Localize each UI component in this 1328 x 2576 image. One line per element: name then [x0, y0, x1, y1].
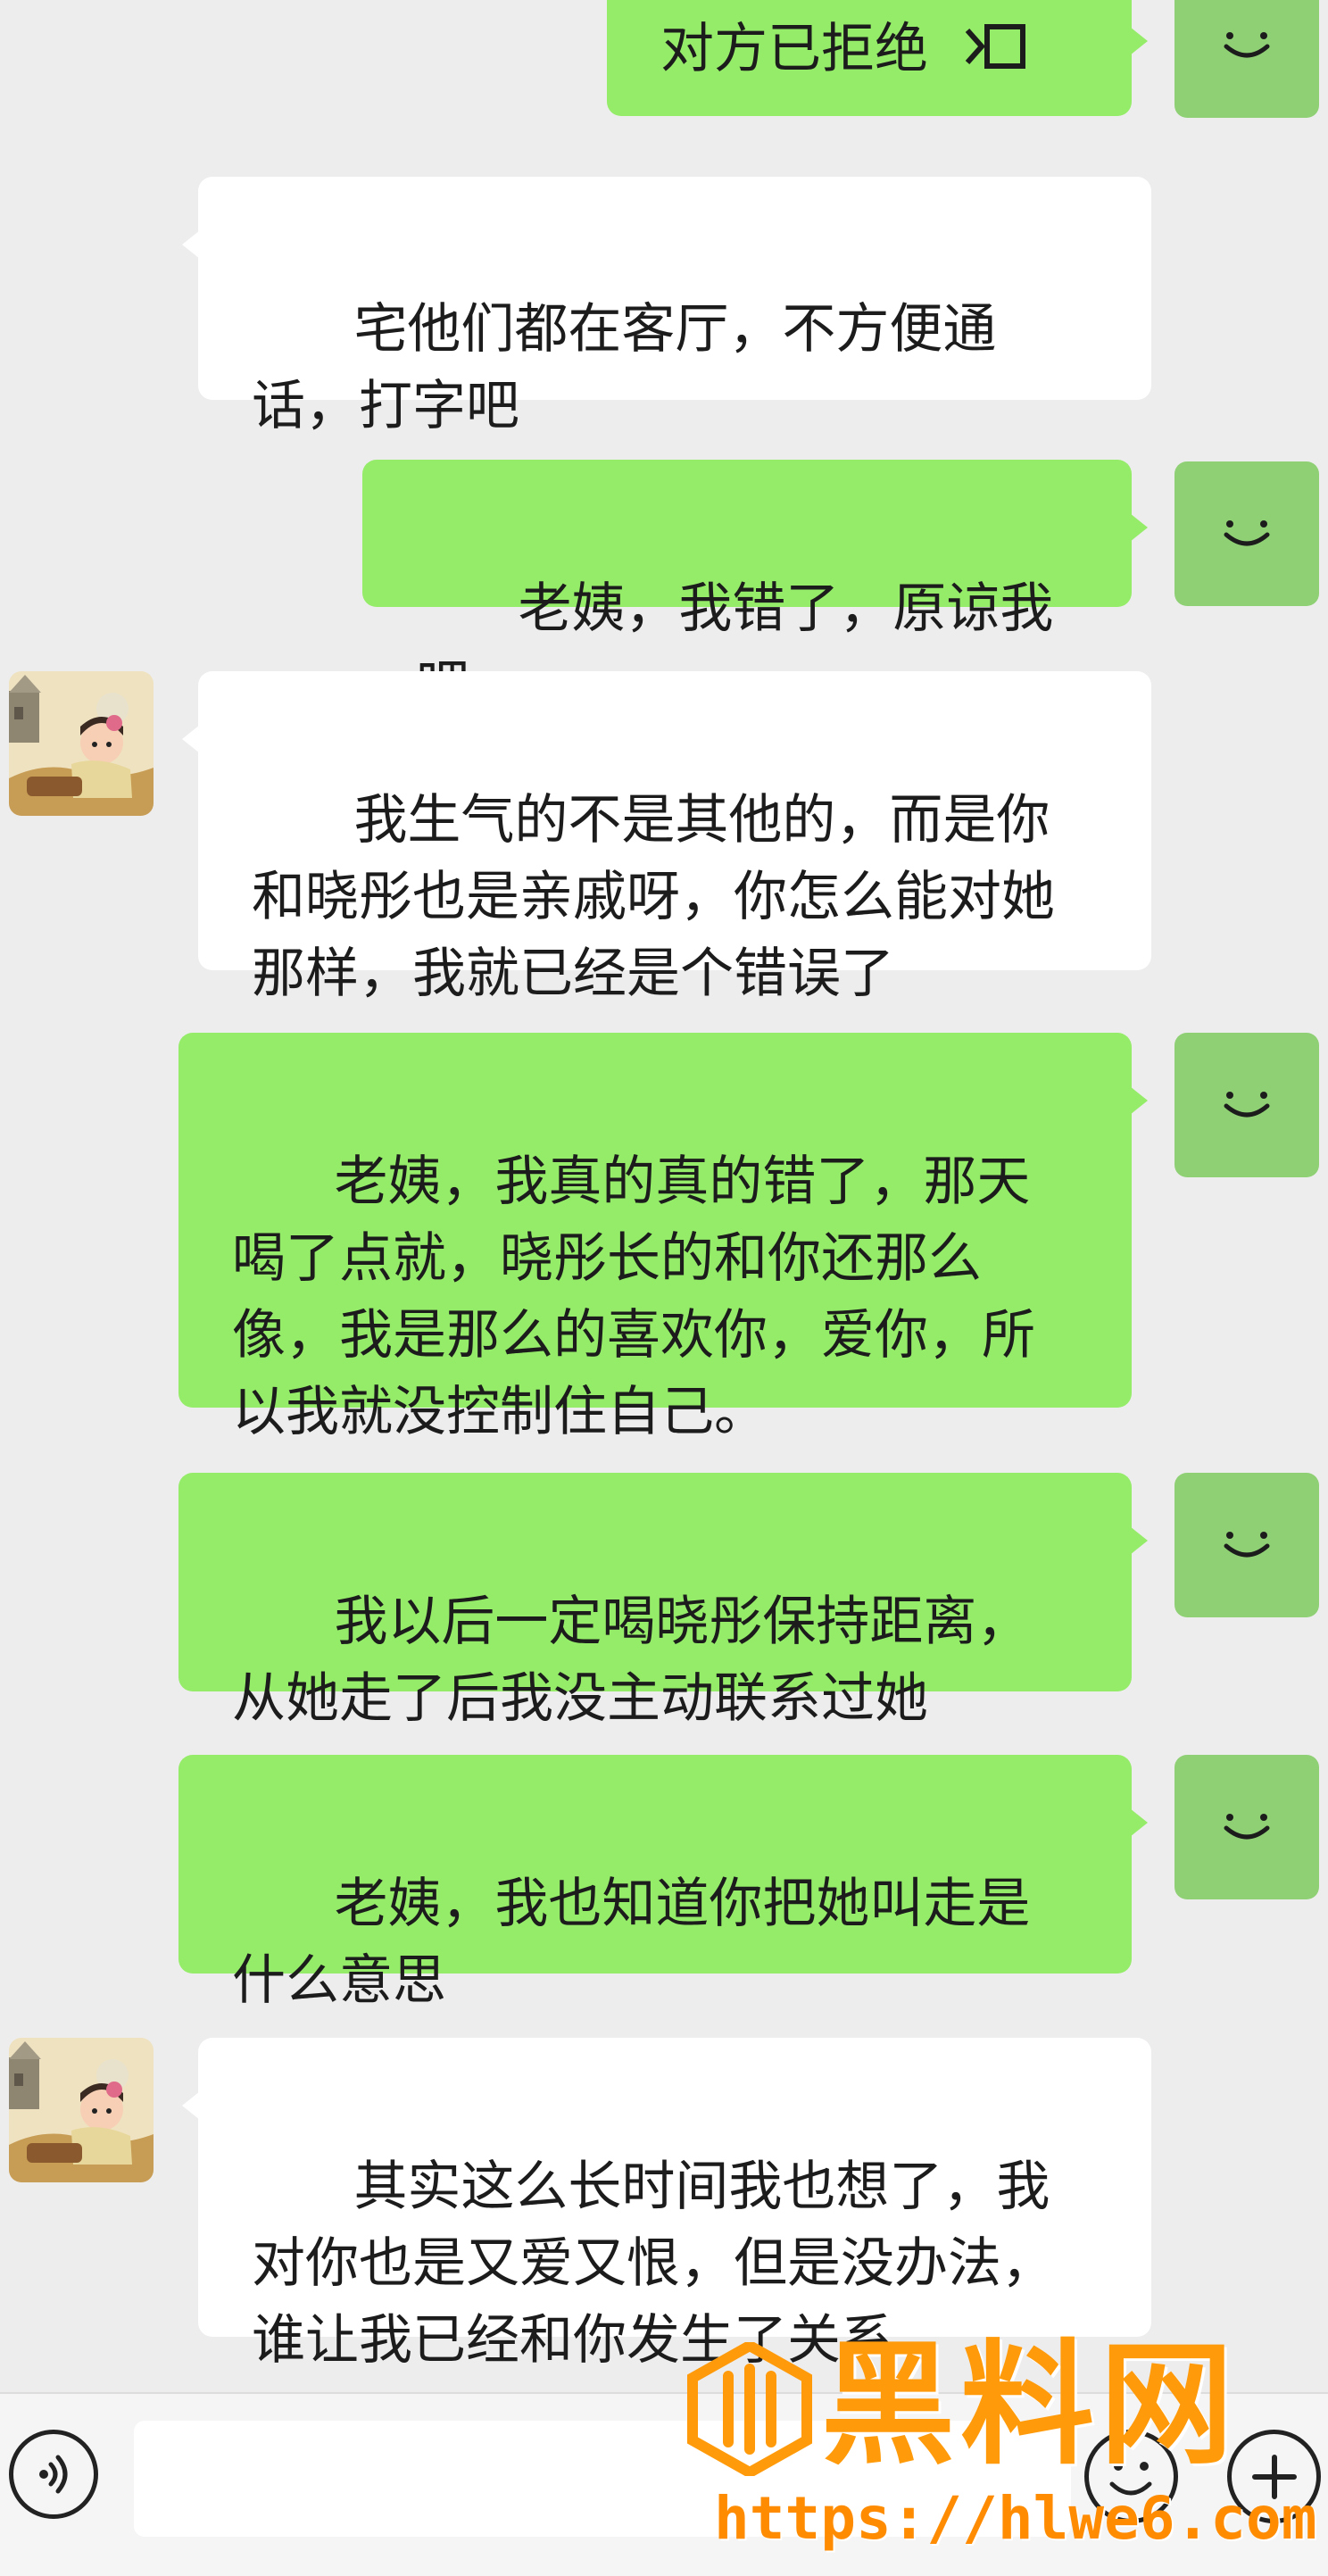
- message-row: 我生气的不是其他的，而是你和晓彤也是亲戚呀，你怎么能对她那样，我就已经是个错误了: [0, 671, 1328, 1005]
- message-bubble[interactable]: 我生气的不是其他的，而是你和晓彤也是亲戚呀，你怎么能对她那样，我就已经是个错误了: [182, 671, 1151, 1005]
- voice-icon: [39, 2455, 68, 2494]
- message-text: 宅他们都在客厅，不方便通话，打字吧: [252, 298, 997, 437]
- smile-face-icon: [1224, 1814, 1270, 1840]
- call-status-text: 对方已拒绝: [660, 18, 928, 80]
- message-text: 老姨，我也知道你把她叫走是什么意思: [232, 1873, 1031, 2012]
- chat-area[interactable]: 对方已拒绝 宅他们都在客厅，不方便通话，打字吧 老姨，我错了，原谅我吧: [0, 0, 1328, 2392]
- message-row: 宅他们都在客厅，不方便通话，打字吧: [0, 177, 1328, 437]
- message-row: 老姨，我真的真的错了，那天喝了点就，晓彤长的和你还那么像，我是那么的喜欢你，爱你…: [0, 1033, 1328, 1443]
- message-row: 老姨，我也知道你把她叫走是什么意思: [0, 1755, 1328, 2012]
- my-avatar[interactable]: [1174, 1473, 1319, 1617]
- message-bubble[interactable]: 其实这么长时间我也想了，我对你也是又爱又恨，但是没办法，谁让我已经和你发生了关系: [182, 2038, 1151, 2372]
- message-bubble[interactable]: 老姨，我错了，原谅我吧: [362, 460, 1148, 717]
- message-text: 我生气的不是其他的，而是你和晓彤也是亲戚呀，你怎么能对她那样，我就已经是个错误了: [252, 789, 1055, 1005]
- voice-button[interactable]: [9, 2430, 98, 2519]
- video-call-icon: [965, 24, 1025, 70]
- message-input[interactable]: [134, 2421, 1071, 2537]
- message-bubble[interactable]: 老姨，我也知道你把她叫走是什么意思: [178, 1755, 1148, 2012]
- my-avatar[interactable]: [1174, 1755, 1319, 1899]
- plus-button[interactable]: [1227, 2430, 1321, 2523]
- my-avatar[interactable]: [1174, 461, 1319, 606]
- cartoon-girl-avatar: [9, 671, 154, 816]
- message-bubble[interactable]: 我以后一定喝晓彤保持距离，从她走了后我没主动联系过她: [178, 1473, 1148, 1730]
- call-status-bubble[interactable]: 对方已拒绝: [607, 0, 1148, 116]
- my-avatar[interactable]: [1174, 1033, 1319, 1177]
- message-text: 我以后一定喝晓彤保持距离，从她走了后我没主动联系过她: [232, 1591, 1031, 1730]
- message-text: 其实这么长时间我也想了，我对你也是又爱又恨，但是没办法，谁让我已经和你发生了关系: [252, 2156, 1055, 2372]
- my-avatar[interactable]: [1174, 0, 1319, 118]
- message-bubble[interactable]: 老姨，我真的真的错了，那天喝了点就，晓彤长的和你还那么像，我是那么的喜欢你，爱你…: [178, 1033, 1148, 1443]
- her-avatar[interactable]: [9, 671, 154, 816]
- her-avatar[interactable]: [9, 2038, 154, 2182]
- message-row: 对方已拒绝: [0, 0, 1328, 125]
- message-row: 我以后一定喝晓彤保持距离，从她走了后我没主动联系过她: [0, 1473, 1328, 1730]
- smile-face-icon: [1224, 1532, 1270, 1558]
- smile-face-icon: [1224, 520, 1270, 546]
- cartoon-girl-avatar: [9, 2038, 154, 2182]
- message-row: 老姨，我错了，原谅我吧: [0, 460, 1328, 717]
- smile-face-icon: [1224, 32, 1270, 58]
- message-text: 老姨，我真的真的错了，那天喝了点就，晓彤长的和你还那么像，我是那么的喜欢你，爱你…: [232, 1151, 1035, 1443]
- plus-icon: [1251, 2454, 1297, 2499]
- message-bubble[interactable]: 宅他们都在客厅，不方便通话，打字吧: [182, 177, 1151, 437]
- input-bar: [0, 2392, 1328, 2576]
- emoji-button[interactable]: [1084, 2430, 1178, 2523]
- message-row: 其实这么长时间我也想了，我对你也是又爱又恨，但是没办法，谁让我已经和你发生了关系: [0, 2038, 1328, 2372]
- emoji-icon: [1109, 2462, 1152, 2496]
- smile-face-icon: [1224, 1092, 1270, 1118]
